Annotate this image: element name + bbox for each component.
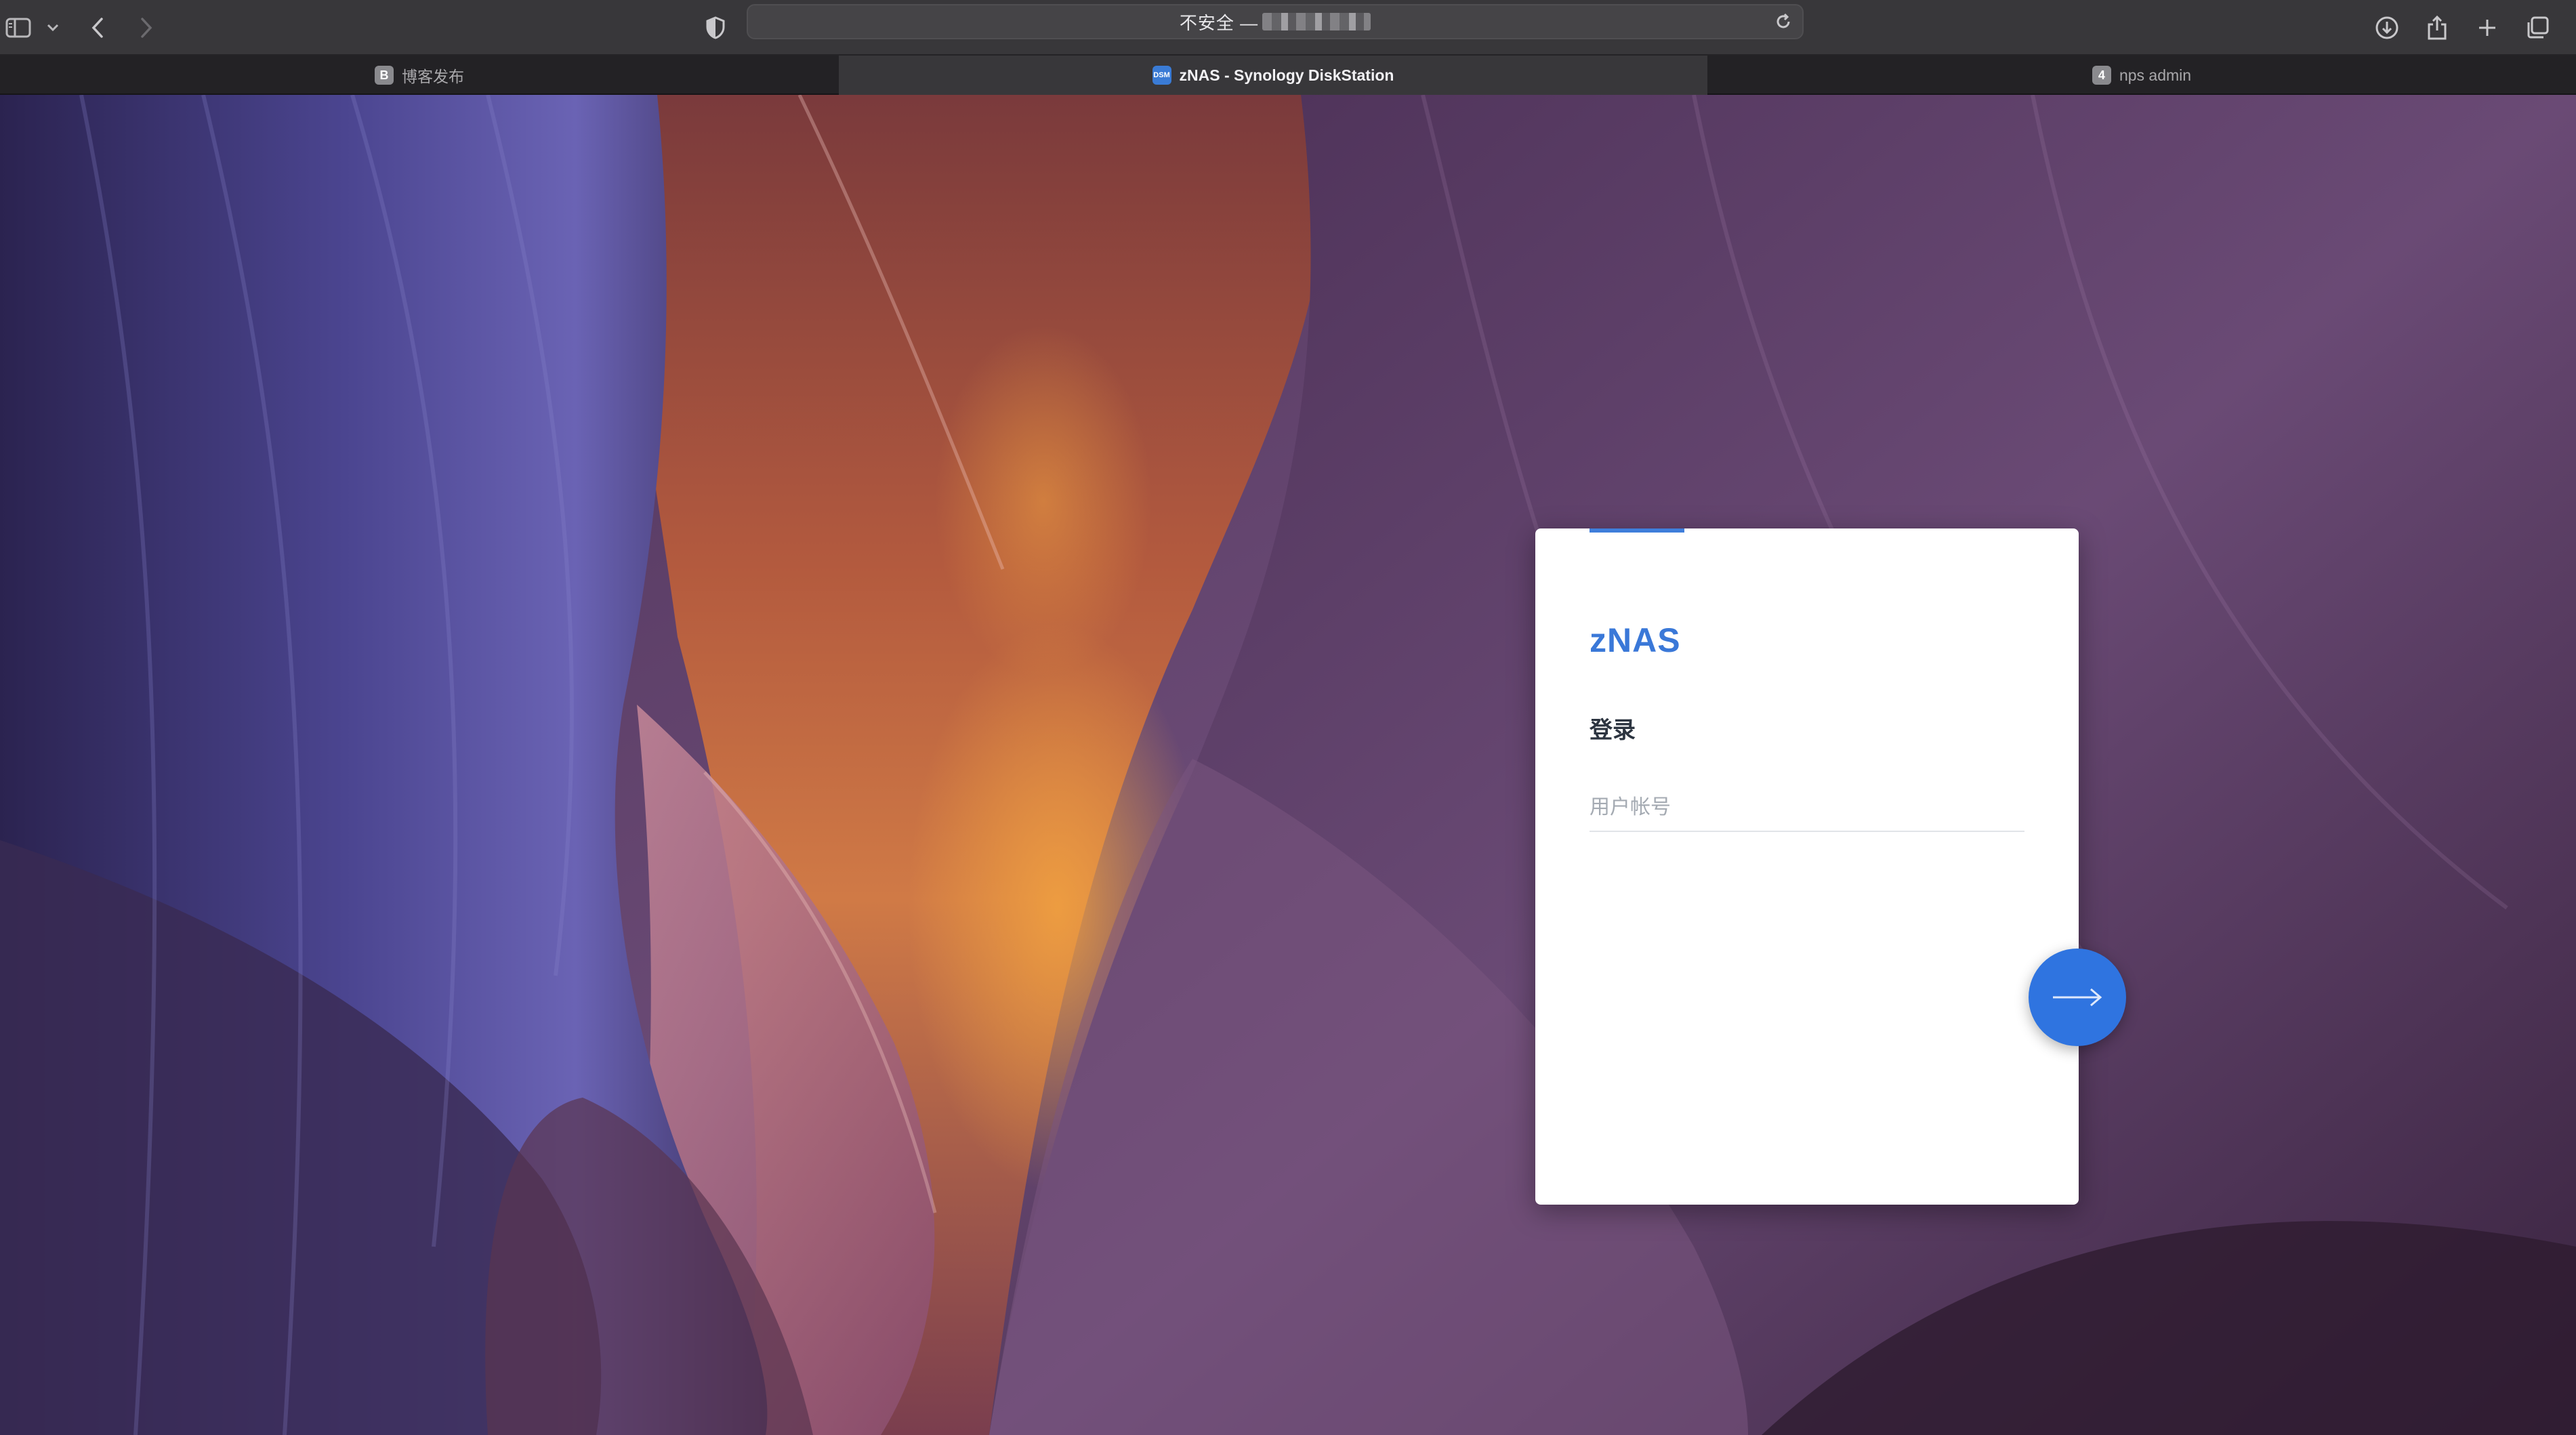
reload-icon[interactable] (1770, 1, 1797, 42)
tab-label: nps admin (2119, 66, 2192, 84)
canyon-background-image (0, 95, 2576, 1435)
dsm-favicon-icon: DSM (1152, 66, 1171, 85)
plus-icon[interactable] (2472, 0, 2503, 56)
brand-title: zNAS (1590, 621, 1681, 659)
blog-favicon-icon: B (375, 66, 394, 85)
login-submit-button[interactable] (2029, 949, 2126, 1046)
download-icon[interactable] (2371, 0, 2403, 56)
chevron-down-icon[interactable] (41, 0, 65, 56)
tabs-icon[interactable] (2522, 0, 2553, 56)
tab-blog-publish[interactable]: B 博客发布 (0, 56, 839, 95)
tab-label: zNAS - Synology DiskStation (1179, 66, 1394, 84)
card-accent-bar (1590, 528, 1684, 533)
tab-label: 博客发布 (402, 68, 464, 85)
tab-znas-diskstation[interactable]: DSM zNAS - Synology DiskStation (839, 56, 1707, 95)
login-card: zNAS 登录 (1535, 528, 2079, 1205)
chevron-left-icon[interactable] (84, 0, 111, 56)
tab-nps-admin[interactable]: 4 nps admin (1707, 56, 2576, 95)
chevron-right-icon[interactable] (133, 0, 160, 56)
share-icon[interactable] (2422, 0, 2453, 56)
browser-toolbar: 不安全 — (0, 0, 2576, 56)
shield-icon[interactable] (702, 0, 729, 56)
nps-favicon-icon: 4 (2092, 66, 2111, 85)
arrow-right-icon (2053, 988, 2102, 1007)
address-text: 不安全 — (748, 5, 1802, 38)
tab-bar: B 博客发布 DSM zNAS - Synology DiskStation 4… (0, 56, 2576, 95)
redacted-url (1262, 13, 1371, 30)
security-label: 不安全 — (1179, 12, 1259, 33)
sidebar-icon[interactable] (0, 0, 37, 56)
address-bar[interactable]: 不安全 — (747, 4, 1804, 39)
login-page: zNAS 登录 (0, 95, 2576, 1435)
username-input[interactable] (1590, 785, 2024, 832)
login-heading: 登录 (1590, 718, 1636, 743)
